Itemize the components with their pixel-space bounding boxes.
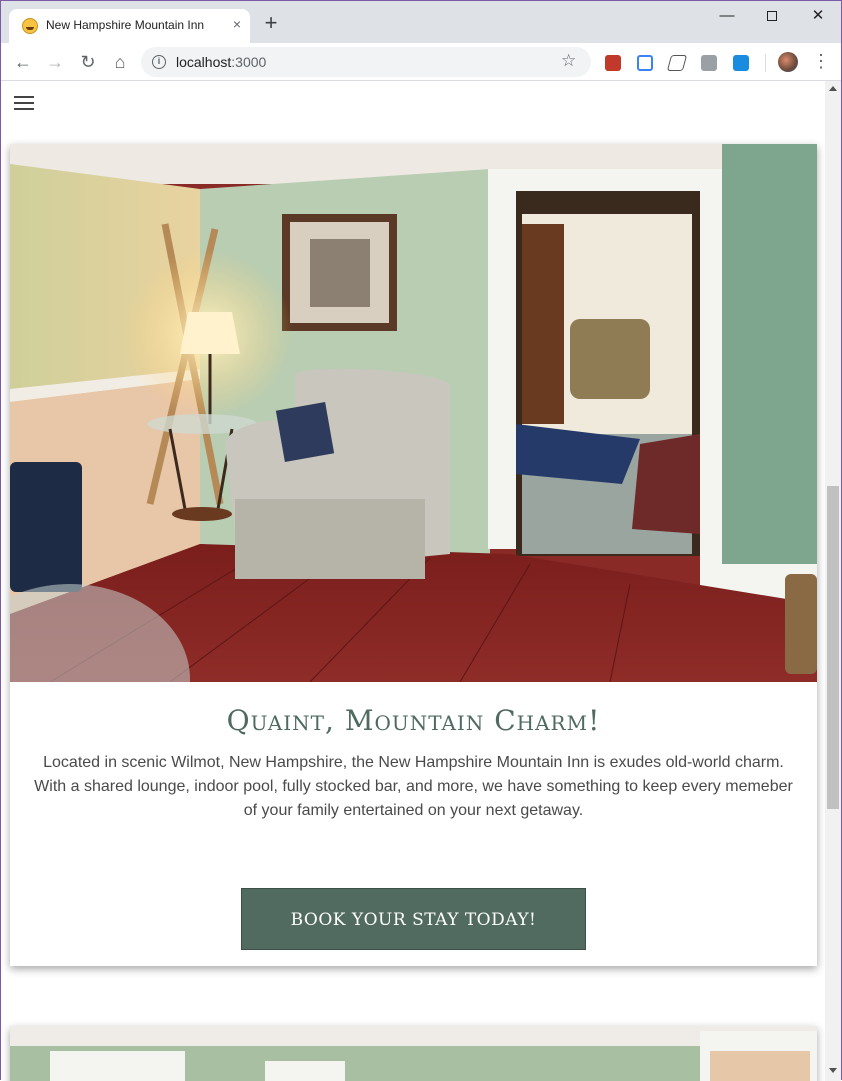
scroll-down-icon[interactable] <box>829 1068 837 1073</box>
browser-window: New Hampshire Mountain Inn × + — ✕ ← → ↻… <box>0 0 842 1081</box>
page-viewport: Quaint, Mountain Charm! Located in sceni… <box>1 81 825 1081</box>
hamburger-menu-icon[interactable] <box>14 96 34 110</box>
feature-card: Quaint, Mountain Charm! Located in sceni… <box>10 144 817 966</box>
bookmark-star-icon[interactable]: ☆ <box>561 51 576 71</box>
maximize-icon <box>767 11 777 21</box>
browser-menu-icon[interactable]: ⋮ <box>812 50 830 74</box>
home-button[interactable]: ⌂ <box>108 50 132 74</box>
new-tab-button[interactable]: + <box>260 12 282 35</box>
tab-close-icon[interactable]: × <box>229 16 245 32</box>
next-room-photo <box>10 1026 817 1081</box>
url-text[interactable]: localhost:3000 <box>176 54 266 70</box>
room-illustration <box>10 144 817 682</box>
browser-tab[interactable]: New Hampshire Mountain Inn × <box>9 9 250 43</box>
scroll-thumb[interactable] <box>827 486 839 809</box>
extension-2-icon[interactable] <box>637 55 653 71</box>
tab-strip: New Hampshire Mountain Inn × + — ✕ <box>1 1 841 43</box>
close-window-button[interactable]: ✕ <box>795 5 841 29</box>
forward-button[interactable]: → <box>43 50 67 74</box>
url-host: localhost <box>176 54 232 70</box>
extension-5-icon[interactable] <box>733 55 749 71</box>
card-description: Located in scenic Wilmot, New Hampshire,… <box>34 754 793 819</box>
info-icon[interactable]: i <box>152 55 166 69</box>
address-bar[interactable]: i localhost:3000 ☆ <box>141 47 591 77</box>
scroll-up-icon[interactable] <box>829 86 837 91</box>
extension-3-icon[interactable] <box>666 55 688 71</box>
page-scrollbar[interactable] <box>825 81 841 1081</box>
room-photo <box>10 144 817 682</box>
profile-avatar[interactable] <box>778 52 798 72</box>
maximize-button[interactable] <box>749 5 795 29</box>
extension-4-icon[interactable] <box>701 55 717 71</box>
toolbar-divider <box>765 54 766 72</box>
favicon-icon <box>22 18 38 34</box>
url-port: :3000 <box>231 54 267 70</box>
minimize-button[interactable]: — <box>704 5 750 29</box>
reload-button[interactable]: ↻ <box>76 50 100 74</box>
browser-toolbar: ← → ↻ ⌂ i localhost:3000 ☆ ⋮ <box>1 43 841 81</box>
back-button[interactable]: ← <box>11 50 35 74</box>
extension-1-icon[interactable] <box>605 55 621 71</box>
tab-title: New Hampshire Mountain Inn <box>46 18 205 32</box>
next-feature-card <box>10 1026 817 1081</box>
card-title: Quaint, Mountain Charm! <box>226 704 601 737</box>
book-stay-button[interactable]: BOOK YOUR STAY TODAY! <box>241 888 586 950</box>
